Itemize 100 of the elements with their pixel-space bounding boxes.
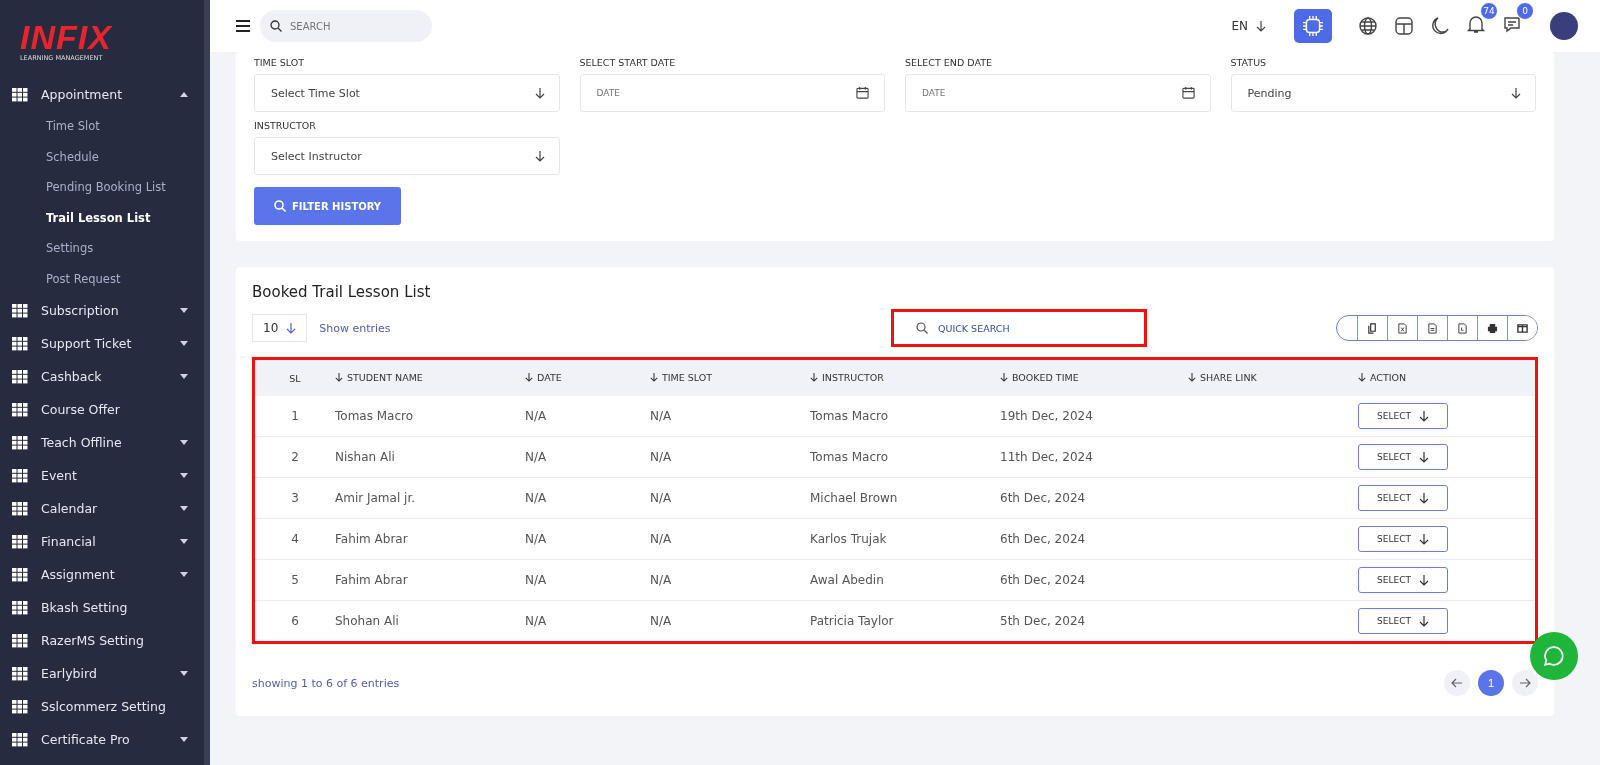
grid-icon (12, 666, 28, 681)
table-cell: Amir Jamal jr. (335, 477, 525, 519)
select-action-button[interactable]: SELECT (1358, 526, 1448, 552)
table-cell: 5 (253, 559, 335, 601)
table-cell: 3 (253, 477, 335, 519)
sort-arrow-icon (1188, 372, 1196, 383)
date-field[interactable]: DATE (579, 74, 885, 112)
sidebar-item[interactable]: Certificate Pro (0, 723, 204, 756)
sidebar-subitem[interactable]: Time Slot (0, 111, 204, 142)
sidebar-subitem[interactable]: Schedule (0, 141, 204, 172)
avatar[interactable] (1550, 12, 1578, 40)
sidebar-item[interactable]: Assignment (0, 558, 204, 591)
sidebar-item[interactable]: Teach Offline (0, 426, 204, 459)
sidebar-item[interactable]: Appointment (0, 78, 204, 111)
field-label: SELECT END DATE (905, 57, 993, 68)
table-cell: N/A (525, 396, 650, 437)
arrow-down-icon (1418, 615, 1429, 627)
table-cell: Patricia Taylor (810, 600, 1000, 643)
layout-icon[interactable] (1394, 16, 1414, 36)
arrow-down-icon (1418, 492, 1429, 504)
sidebar-item[interactable]: Calendar (0, 492, 204, 525)
select-action-button[interactable]: SELECT (1358, 567, 1448, 593)
column-header[interactable]: ACTION (1358, 371, 1407, 383)
page-size-select[interactable]: 10 (252, 314, 308, 342)
arrow-down-icon (534, 150, 545, 162)
table-cell: Fahim Abrar (335, 559, 525, 601)
table-cell: N/A (650, 600, 810, 643)
table-cell: Nishan Ali (335, 436, 525, 478)
grid-icon (12, 87, 28, 102)
select-action-button[interactable]: SELECT (1358, 608, 1448, 634)
column-header[interactable]: INSTRUCTOR (810, 371, 884, 383)
sidebar-item[interactable]: Sslcommerz Setting (0, 690, 204, 723)
next-page-button[interactable] (1512, 670, 1538, 696)
search-icon (270, 20, 282, 32)
search-field[interactable]: SEARCH (260, 10, 432, 42)
table-cell: N/A (650, 518, 810, 560)
select-action-button[interactable]: SELECT (1358, 403, 1448, 429)
column-header[interactable]: BOOKED TIME (1000, 371, 1079, 383)
column-visibility-button[interactable] (1507, 316, 1537, 340)
select-field[interactable]: Select Time Slot (254, 74, 560, 112)
whatsapp-chat-button[interactable] (1530, 632, 1578, 680)
filter-history-button[interactable]: FILTER HISTORY (254, 187, 402, 225)
bell-icon[interactable] (1466, 14, 1486, 34)
table-cell: 6th Dec, 2024 (1000, 559, 1188, 601)
grid-icon (12, 435, 28, 450)
sort-arrow-icon (335, 372, 343, 383)
table-cell: N/A (525, 477, 650, 519)
table-cell: Shohan Ali (335, 600, 525, 643)
sidebar-item[interactable]: Event (0, 459, 204, 492)
table-cell: Tomas Macro (810, 436, 1000, 478)
table-cell: 6 (253, 600, 335, 643)
column-header[interactable]: TIME SLOT (650, 371, 713, 383)
grid-icon (12, 501, 28, 516)
column-header[interactable]: DATE (525, 371, 562, 383)
show-entries-label: Show entries (319, 321, 391, 335)
printer-icon (1487, 322, 1498, 334)
grid-icon (12, 699, 28, 714)
language-selector[interactable]: EN (1231, 19, 1266, 33)
sidebar-item[interactable]: Bkash Setting (0, 591, 204, 624)
sort-arrow-icon (1358, 372, 1366, 383)
field-label: INSTRUCTOR (254, 120, 317, 131)
table-cell: Tomas Macro (335, 396, 525, 437)
sidebar-item[interactable]: Financial (0, 525, 204, 558)
grid-icon (12, 369, 28, 384)
table-cell: 19th Dec, 2024 (1000, 396, 1188, 437)
sidebar-item[interactable]: Support Ticket (0, 327, 204, 360)
sort-arrow-icon (525, 372, 533, 383)
page-button[interactable]: 1 (1478, 670, 1504, 696)
sidebar-subitem[interactable]: Trail Lesson List (0, 202, 204, 233)
table-cell: 5th Dec, 2024 (1000, 600, 1188, 643)
column-header[interactable]: STUDENT NAME (335, 371, 423, 383)
sidebar-item[interactable]: Earlybird (0, 657, 204, 690)
table-cell: N/A (650, 396, 810, 437)
sidebar-item[interactable]: Cashback (0, 360, 204, 393)
date-field[interactable]: DATE (905, 74, 1211, 112)
sidebar-item[interactable]: RazerMS Setting (0, 624, 204, 657)
select-action-button[interactable]: SELECT (1358, 485, 1448, 511)
moon-icon[interactable] (1430, 16, 1450, 36)
column-header[interactable]: SHARE LINK (1188, 371, 1257, 383)
field-label: SELECT START DATE (579, 57, 677, 68)
table-cell: Fahim Abrar (335, 518, 525, 560)
ai-chip-button[interactable] (1294, 9, 1332, 43)
sidebar-item[interactable]: Subscription (0, 294, 204, 327)
select-field[interactable]: Select Instructor (254, 137, 560, 175)
table-cell: N/A (650, 559, 810, 601)
grid-icon (12, 633, 28, 648)
globe-icon[interactable] (1358, 16, 1378, 36)
menu-icon[interactable] (236, 20, 250, 32)
select-field[interactable]: Pending (1230, 74, 1536, 112)
copy-icon (1367, 322, 1378, 334)
chat-icon[interactable] (1502, 14, 1522, 34)
table-cell: 11th Dec, 2024 (1000, 436, 1188, 478)
sidebar-item[interactable]: Course Offer (0, 393, 204, 426)
sidebar-subitem[interactable]: Settings (0, 233, 204, 264)
arrow-down-icon (1511, 87, 1521, 99)
pdf-file-icon (1457, 322, 1468, 334)
sidebar-subitem[interactable]: Post Request (0, 263, 204, 294)
select-action-button[interactable]: SELECT (1358, 444, 1448, 470)
sidebar-subitem[interactable]: Pending Booking List (0, 172, 204, 203)
arrow-down-icon (534, 87, 545, 99)
